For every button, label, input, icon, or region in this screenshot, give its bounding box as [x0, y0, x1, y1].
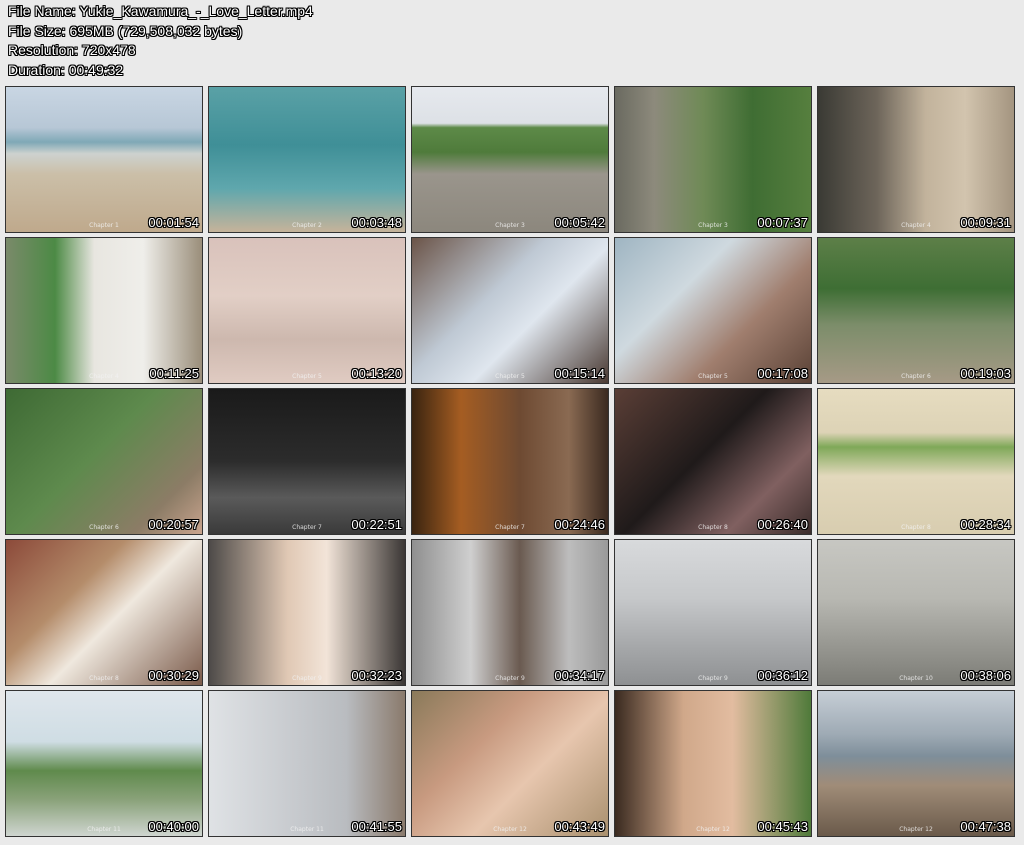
video-thumbnail: Chapter 8 00:26:40	[614, 388, 812, 535]
chapter-label: Chapter 12	[696, 826, 730, 833]
timestamp: 00:32:23	[351, 668, 402, 683]
chapter-label: Chapter 11	[290, 826, 324, 833]
file-info-header: File Name: Yukie_Kawamura_-_Love_Letter.…	[8, 2, 313, 80]
timestamp: 00:41:55	[351, 819, 402, 834]
timestamp: 00:09:31	[960, 215, 1011, 230]
chapter-label: Chapter 7	[292, 524, 322, 531]
video-thumbnail: Chapter 4 00:11:25	[5, 237, 203, 384]
video-thumbnail: Chapter 6 00:20:57	[5, 388, 203, 535]
chapter-label: Chapter 6	[89, 524, 119, 531]
timestamp: 00:07:37	[757, 215, 808, 230]
video-thumbnail: Chapter 7 00:22:51	[208, 388, 406, 535]
resolution-text: Resolution: 720x478	[8, 42, 136, 58]
chapter-label: Chapter 9	[495, 675, 525, 682]
timestamp: 00:40:00	[148, 819, 199, 834]
timestamp: 00:22:51	[351, 517, 402, 532]
video-thumbnail: Chapter 9 00:36:12	[614, 539, 812, 686]
video-thumbnail: Chapter 12 00:47:38	[817, 690, 1015, 837]
chapter-label: Chapter 6	[901, 373, 931, 380]
chapter-label: Chapter 10	[899, 675, 933, 682]
video-thumbnail: Chapter 6 00:19:03	[817, 237, 1015, 384]
chapter-label: Chapter 5	[292, 373, 322, 380]
video-thumbnail: Chapter 9 00:34:17	[411, 539, 609, 686]
timestamp: 00:05:42	[554, 215, 605, 230]
timestamp: 00:01:54	[148, 215, 199, 230]
timestamp: 00:28:34	[960, 517, 1011, 532]
video-thumbnail: Chapter 8 00:28:34	[817, 388, 1015, 535]
video-thumbnail: Chapter 5 00:13:20	[208, 237, 406, 384]
chapter-label: Chapter 3	[495, 222, 525, 229]
chapter-label: Chapter 4	[89, 373, 119, 380]
timestamp: 00:15:14	[554, 366, 605, 381]
video-thumbnail: Chapter 4 00:09:31	[817, 86, 1015, 233]
video-thumbnail: Chapter 3 00:05:42	[411, 86, 609, 233]
timestamp: 00:17:08	[757, 366, 808, 381]
thumbnail-grid: Chapter 1 00:01:54 Chapter 2 00:03:48 Ch…	[5, 86, 1015, 837]
chapter-label: Chapter 2	[292, 222, 322, 229]
chapter-label: Chapter 8	[89, 675, 119, 682]
timestamp: 00:30:29	[148, 668, 199, 683]
timestamp: 00:36:12	[757, 668, 808, 683]
chapter-label: Chapter 8	[698, 524, 728, 531]
timestamp: 00:19:03	[960, 366, 1011, 381]
chapter-label: Chapter 11	[87, 826, 121, 833]
chapter-label: Chapter 3	[698, 222, 728, 229]
timestamp: 00:45:43	[757, 819, 808, 834]
video-thumbnail: Chapter 5 00:15:14	[411, 237, 609, 384]
video-thumbnail: Chapter 11 00:40:00	[5, 690, 203, 837]
timestamp: 00:26:40	[757, 517, 808, 532]
video-thumbnail: Chapter 1 00:01:54	[5, 86, 203, 233]
chapter-label: Chapter 8	[901, 524, 931, 531]
video-thumbnail: Chapter 3 00:07:37	[614, 86, 812, 233]
timestamp: 00:43:49	[554, 819, 605, 834]
chapter-label: Chapter 1	[89, 222, 119, 229]
timestamp: 00:13:20	[351, 366, 402, 381]
video-thumbnail: Chapter 12 00:43:49	[411, 690, 609, 837]
chapter-label: Chapter 12	[899, 826, 933, 833]
file-name-text: File Name: Yukie_Kawamura_-_Love_Letter.…	[8, 3, 313, 19]
chapter-label: Chapter 5	[495, 373, 525, 380]
video-thumbnail: Chapter 9 00:32:23	[208, 539, 406, 686]
timestamp: 00:03:48	[351, 215, 402, 230]
chapter-label: Chapter 7	[495, 524, 525, 531]
video-thumbnail: Chapter 12 00:45:43	[614, 690, 812, 837]
chapter-label: Chapter 12	[493, 826, 527, 833]
timestamp: 00:34:17	[554, 668, 605, 683]
file-size-text: File Size: 695MB (729,508,032 bytes)	[8, 22, 243, 39]
chapter-label: Chapter 9	[292, 675, 322, 682]
video-thumbnail: Chapter 10 00:38:06	[817, 539, 1015, 686]
duration-text: Duration: 00:49:32	[8, 61, 124, 78]
timestamp: 00:11:25	[149, 366, 199, 381]
video-thumbnail: Chapter 8 00:30:29	[5, 539, 203, 686]
video-thumbnail: Chapter 7 00:24:46	[411, 388, 609, 535]
video-thumbnail: Chapter 11 00:41:55	[208, 690, 406, 837]
timestamp: 00:20:57	[148, 517, 199, 532]
video-thumbnail: Chapter 5 00:17:08	[614, 237, 812, 384]
timestamp: 00:24:46	[554, 517, 605, 532]
chapter-label: Chapter 4	[901, 222, 931, 229]
timestamp: 00:47:38	[960, 819, 1011, 834]
chapter-label: Chapter 5	[698, 373, 728, 380]
video-thumbnail: Chapter 2 00:03:48	[208, 86, 406, 233]
chapter-label: Chapter 9	[698, 675, 728, 682]
timestamp: 00:38:06	[960, 668, 1011, 683]
